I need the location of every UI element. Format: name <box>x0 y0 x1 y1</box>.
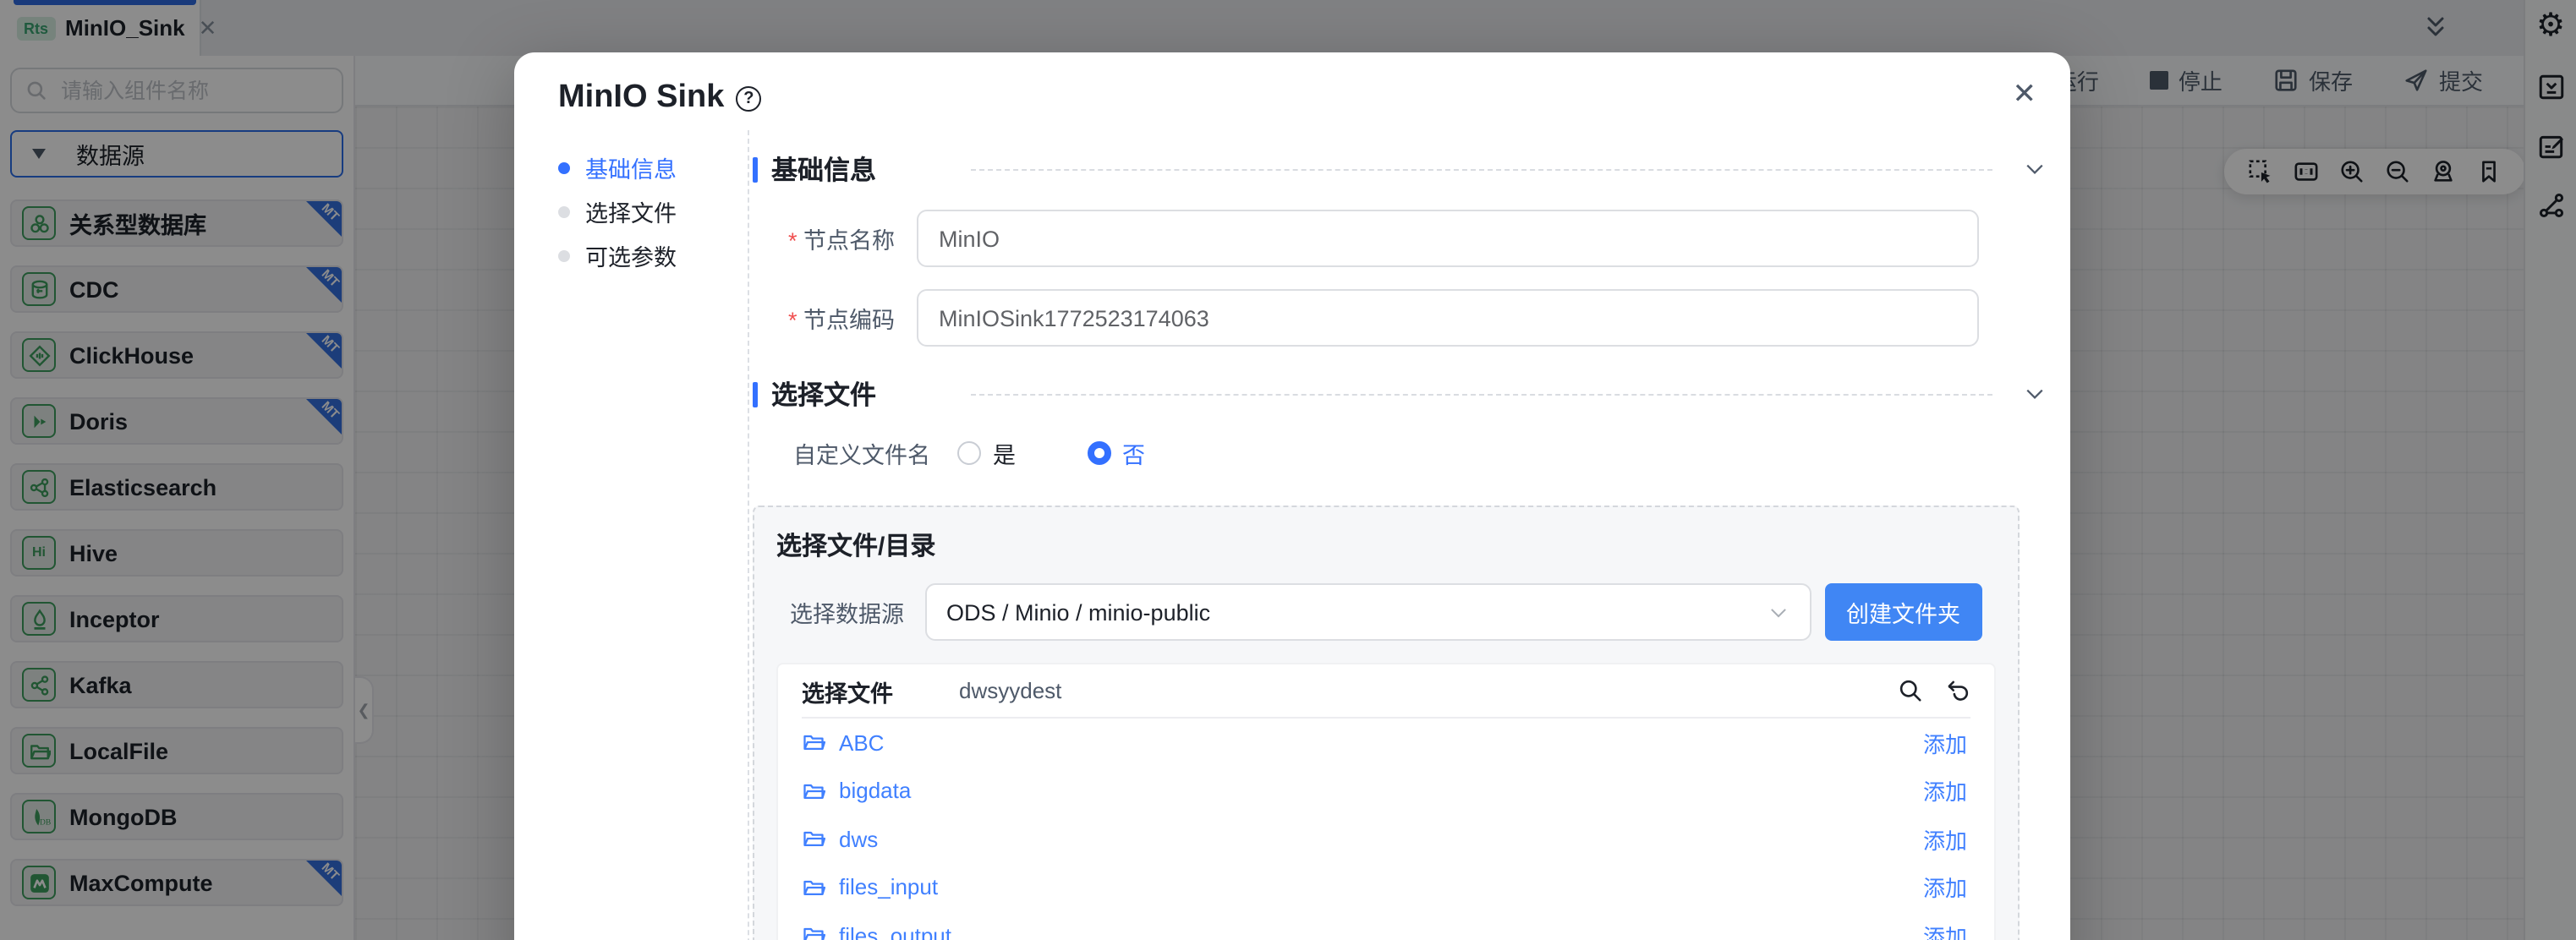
datasource-label: 选择数据源 <box>790 595 904 629</box>
file-browser-card: 选择文件 <box>776 663 1996 940</box>
folder-row: files_input 添加 <box>802 863 1970 911</box>
app-window: Rts MinIO_Sink ✕ 运行 停止 保存 <box>0 0 2576 940</box>
folder-link[interactable]: files_output <box>839 923 1923 940</box>
add-link[interactable]: 添加 <box>1923 775 1967 807</box>
add-link[interactable]: 添加 <box>1923 727 1967 759</box>
folder-link[interactable]: files_input <box>839 875 1923 900</box>
modal-anchor-nav: 基础信息 选择文件 可选参数 <box>558 130 749 940</box>
folder-row: bigdata 添加 <box>802 767 1970 815</box>
radio-icon <box>957 441 981 465</box>
folder-row: files_output 添加 <box>802 911 1970 940</box>
radio-no[interactable]: 否 <box>1087 436 1145 470</box>
folder-row: ABC 添加 <box>802 719 1970 767</box>
folder-icon <box>802 876 825 899</box>
section-select-file-header: 选择文件 <box>753 375 2047 413</box>
folder-link[interactable]: bigdata <box>839 779 1923 804</box>
folder-icon <box>802 924 825 940</box>
nav-basic-info[interactable]: 基础信息 <box>558 150 748 184</box>
modal-title: MinIO Sink <box>558 76 724 120</box>
browser-header: 选择文件 <box>802 664 1970 719</box>
add-link[interactable]: 添加 <box>1923 920 1967 940</box>
file-picker-panel: 选择文件/目录 选择数据源 ODS / Minio / minio-public… <box>753 506 2020 940</box>
chevron-down-icon <box>1767 601 1789 623</box>
collapse-chevron-icon[interactable] <box>2023 157 2047 181</box>
nav-dot <box>558 161 570 173</box>
browser-label: 选择文件 <box>802 674 893 708</box>
collapse-chevron-icon[interactable] <box>2023 382 2047 406</box>
folder-icon <box>802 779 825 803</box>
node-name-row: 节点名称 <box>753 210 2047 267</box>
node-name-input[interactable] <box>917 210 1979 267</box>
datasource-select[interactable]: ODS / Minio / minio-public <box>924 583 1811 641</box>
folder-icon <box>802 828 825 851</box>
folder-row: dws 添加 <box>802 815 1970 863</box>
node-name-label: 节点名称 <box>753 221 895 255</box>
path-input[interactable] <box>956 676 1898 705</box>
radio-icon <box>1087 441 1110 465</box>
modal-content: 基础信息 节点名称 节点编码 选择文件 <box>749 130 2070 940</box>
datasource-row: 选择数据源 ODS / Minio / minio-public 创建文件夹 <box>776 583 1996 641</box>
reset-icon[interactable] <box>1945 678 1970 703</box>
custom-filename-label: 自定义文件名 <box>793 436 930 470</box>
nav-optional-params[interactable]: 可选参数 <box>558 238 748 272</box>
nav-dot <box>558 249 570 261</box>
radio-yes[interactable]: 是 <box>957 436 1016 470</box>
add-link[interactable]: 添加 <box>1923 823 1967 855</box>
node-code-label: 节点编码 <box>753 301 895 335</box>
section-basic-info-header: 基础信息 <box>753 150 2047 188</box>
folder-link[interactable]: dws <box>839 827 1923 852</box>
node-code-row: 节点编码 <box>753 289 2047 347</box>
picker-title: 选择文件/目录 <box>776 531 1996 565</box>
datasource-value: ODS / Minio / minio-public <box>946 599 1767 625</box>
add-link[interactable]: 添加 <box>1923 872 1967 904</box>
help-icon[interactable]: ? <box>736 85 761 111</box>
modal-header: MinIO Sink ? ✕ <box>514 52 2070 130</box>
folder-link[interactable]: ABC <box>839 730 1923 756</box>
minio-sink-modal: MinIO Sink ? ✕ 基础信息 选择文件 可选参数 <box>514 52 2070 940</box>
create-folder-button[interactable]: 创建文件夹 <box>1824 583 1982 641</box>
search-icon[interactable] <box>1898 678 1923 703</box>
nav-dot <box>558 205 570 217</box>
node-code-input[interactable] <box>917 289 1979 347</box>
custom-filename-row: 自定义文件名 是 否 <box>793 436 2047 470</box>
folder-icon <box>802 731 825 755</box>
modal-close-icon[interactable]: ✕ <box>2013 81 2037 108</box>
nav-select-file[interactable]: 选择文件 <box>558 194 748 228</box>
